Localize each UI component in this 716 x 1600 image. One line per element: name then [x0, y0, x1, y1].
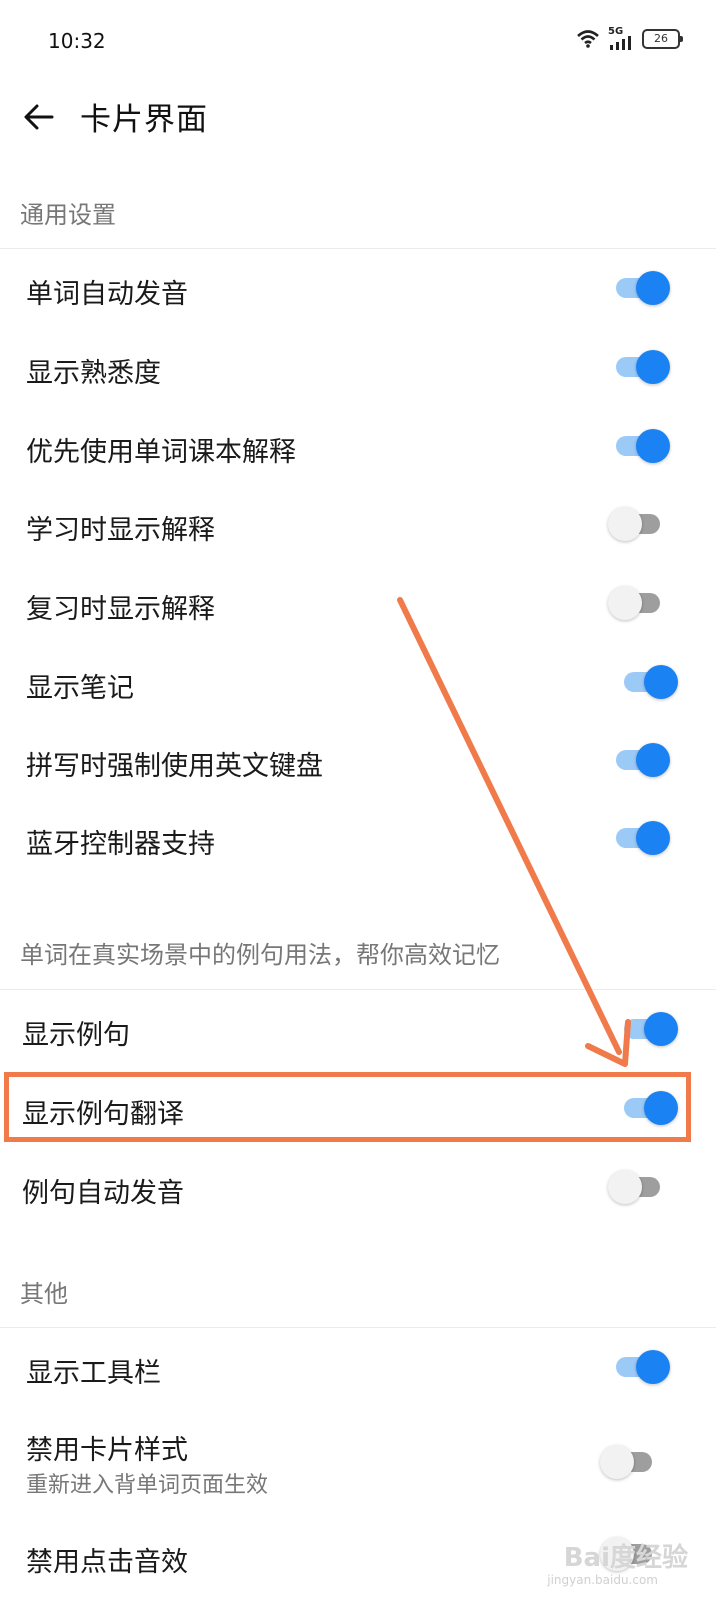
- setting-row-review-definition[interactable]: 复习时显示解释: [0, 565, 716, 643]
- divider: [0, 1327, 716, 1328]
- section-title-general: 通用设置: [20, 201, 116, 229]
- setting-row-familiarity[interactable]: 显示熟悉度: [0, 329, 716, 407]
- setting-row-bluetooth-controller[interactable]: 蓝牙控制器支持: [0, 800, 716, 878]
- app-header: 卡片界面: [0, 84, 716, 154]
- arrow-left-icon[interactable]: [22, 100, 56, 134]
- setting-label: 显示例句: [22, 1020, 130, 1051]
- setting-label: 例句自动发音: [22, 1178, 184, 1209]
- setting-row-auto-pronounce[interactable]: 单词自动发音: [0, 250, 716, 328]
- status-time: 10:32: [48, 29, 106, 53]
- setting-label: 蓝牙控制器支持: [26, 829, 215, 860]
- toggle-switch[interactable]: [620, 1009, 680, 1049]
- setting-label: 显示熟悉度: [26, 358, 161, 389]
- wifi-icon: [577, 30, 599, 48]
- toggle-switch[interactable]: [612, 347, 672, 387]
- setting-label: 学习时显示解释: [26, 515, 215, 546]
- toggle-switch[interactable]: [612, 426, 672, 466]
- setting-label: 优先使用单词课本解释: [26, 437, 296, 468]
- setting-row-disable-card-style[interactable]: 禁用卡片样式 重新进入背单词页面生效: [0, 1408, 716, 1508]
- toggle-switch[interactable]: [612, 818, 672, 858]
- setting-row-english-keyboard[interactable]: 拼写时强制使用英文键盘: [0, 722, 716, 800]
- setting-label: 拼写时强制使用英文键盘: [26, 751, 323, 782]
- section-title-examples: 单词在真实场景中的例句用法，帮你高效记忆: [20, 941, 500, 969]
- setting-label: 单词自动发音: [26, 279, 188, 310]
- toggle-switch[interactable]: [620, 662, 680, 702]
- toggle-switch[interactable]: [608, 504, 668, 544]
- setting-subtitle: 重新进入背单词页面生效: [26, 1473, 269, 1498]
- watermark-text: Bai度经验: [563, 1543, 688, 1573]
- toggle-switch[interactable]: [608, 1167, 668, 1207]
- setting-row-example-pronounce[interactable]: 例句自动发音: [0, 1149, 716, 1227]
- status-icons: 5G 26: [576, 26, 683, 52]
- battery-level: 26: [654, 32, 668, 45]
- setting-row-toolbar[interactable]: 显示工具栏: [0, 1329, 716, 1407]
- toggle-switch[interactable]: [612, 740, 672, 780]
- highlight-box: [4, 1072, 691, 1142]
- toggle-switch[interactable]: [612, 268, 672, 308]
- divider: [0, 248, 716, 249]
- section-title-other: 其他: [20, 1280, 68, 1308]
- setting-label: 禁用点击音效: [26, 1547, 188, 1578]
- setting-row-learn-definition[interactable]: 学习时显示解释: [0, 486, 716, 564]
- toggle-switch[interactable]: [608, 583, 668, 623]
- signal-icon: 5G: [608, 26, 634, 50]
- status-bar: 10:32 5G 26: [0, 0, 716, 80]
- divider: [0, 989, 716, 990]
- setting-row-show-examples[interactable]: 显示例句: [0, 991, 716, 1069]
- watermark-sub: jingyan.baidu.com: [547, 1573, 658, 1587]
- watermark-logo: Bai度经验 jingyan.baidu.com: [547, 1537, 688, 1587]
- setting-label: 复习时显示解释: [26, 594, 215, 625]
- setting-row-textbook-definition[interactable]: 优先使用单词课本解释: [0, 408, 716, 486]
- page-title: 卡片界面: [80, 102, 208, 138]
- setting-label: 显示笔记: [26, 673, 134, 704]
- battery-icon: 26: [642, 29, 683, 49]
- setting-label: 禁用卡片样式: [26, 1435, 188, 1466]
- toggle-switch[interactable]: [612, 1347, 672, 1387]
- setting-label: 显示工具栏: [26, 1358, 161, 1389]
- setting-row-notes[interactable]: 显示笔记: [0, 644, 716, 722]
- toggle-switch[interactable]: [600, 1442, 660, 1482]
